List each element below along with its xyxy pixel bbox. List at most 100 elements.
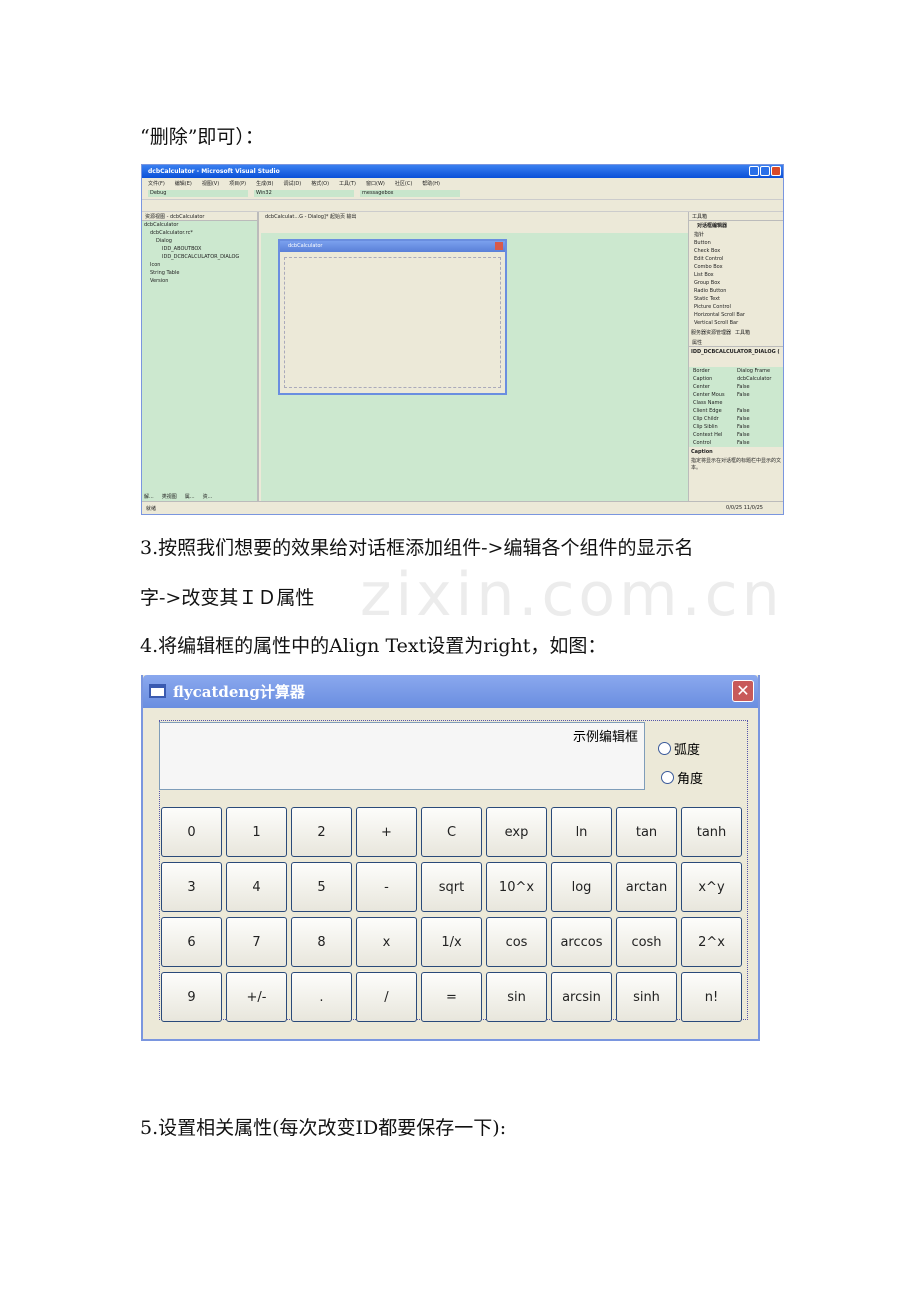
calc-button[interactable]: 5 [291,862,352,912]
calc-button[interactable]: ln [551,807,612,857]
config-select[interactable]: Debug [148,190,248,197]
property-row[interactable]: Border Dialog Frame [689,367,783,375]
property-row[interactable]: Clip Siblin False [689,423,783,431]
calc-button[interactable]: 1 [226,807,287,857]
calc-button[interactable]: 2 [291,807,352,857]
calc-button[interactable]: cos [486,917,547,967]
calc-button[interactable]: C [421,807,482,857]
menu-item[interactable]: 帮助(H) [422,180,440,187]
calc-button[interactable]: exp [486,807,547,857]
calc-button[interactable]: 3 [161,862,222,912]
property-name: Clip Childr [693,416,719,422]
calc-button[interactable]: 1/x [421,917,482,967]
toolbox-item[interactable]: 指针 [689,230,783,239]
property-row[interactable]: Context Hel False [689,431,783,439]
property-row[interactable]: Clip Childr False [689,415,783,423]
tree-item[interactable]: Dialog [142,237,257,245]
calc-button[interactable]: sqrt [421,862,482,912]
tree-item[interactable]: Version [142,277,257,285]
calc-button[interactable]: + [356,807,417,857]
property-row[interactable]: Control False [689,439,783,447]
target-select[interactable]: messagebox [360,190,460,197]
calc-button[interactable]: tanh [681,807,742,857]
property-row[interactable]: Class Name [689,399,783,407]
close-icon[interactable] [771,166,781,176]
toolbox-item[interactable]: Combo Box [689,263,783,271]
calc-button[interactable]: arctan [616,862,677,912]
menu-item[interactable]: 社区(C) [395,180,412,187]
calc-button[interactable]: x^y [681,862,742,912]
calc-button[interactable]: 0 [161,807,222,857]
calc-button[interactable]: x [356,917,417,967]
calc-button[interactable]: sinh [616,972,677,1022]
calc-button[interactable]: 2^x [681,917,742,967]
menu-item[interactable]: 工具(T) [339,180,356,187]
tree-item[interactable]: String Table [142,269,257,277]
menu-item[interactable]: 生成(B) [256,180,273,187]
menu-item[interactable]: 项目(P) [229,180,246,187]
calc-button[interactable]: tan [616,807,677,857]
radio-radian[interactable]: 弧度 [658,739,700,758]
tree-item[interactable]: dcbCalculator [142,221,257,229]
calc-button[interactable]: cosh [616,917,677,967]
tree-item[interactable]: dcbCalculator.rc* [142,229,257,237]
panel-tab[interactable]: 服务器资源管理器 [691,329,731,336]
calc-button[interactable]: arcsin [551,972,612,1022]
toolbox-item[interactable]: Vertical Scroll Bar [689,319,783,327]
panel-tab[interactable]: 类视图 [162,493,177,500]
calc-button[interactable]: = [421,972,482,1022]
toolbox-item[interactable]: List Box [689,271,783,279]
tree-item[interactable]: IDD_ABOUTBOX [142,245,257,253]
toolbox-item[interactable]: Horizontal Scroll Bar [689,311,783,319]
toolbox-group[interactable]: 对话框编辑器 [689,221,783,230]
toolbox-item[interactable]: Radio Button [689,287,783,295]
menu-item[interactable]: 文件(F) [148,180,165,187]
calc-button[interactable]: 8 [291,917,352,967]
menu-item[interactable]: 调试(D) [283,180,301,187]
calc-button[interactable]: 9 [161,972,222,1022]
property-name: Center [693,384,710,390]
tree-item[interactable]: Icon [142,261,257,269]
menu-item[interactable]: 编辑(E) [175,180,192,187]
calc-button[interactable]: 6 [161,917,222,967]
panel-tab[interactable]: 解... [144,493,154,500]
property-row[interactable]: Center False [689,383,783,391]
panel-tab[interactable]: 资... [203,493,213,500]
minimize-icon[interactable] [749,166,759,176]
tree-item[interactable]: IDD_DCBCALCULATOR_DIALOG [142,253,257,261]
calc-button[interactable]: 7 [226,917,287,967]
menu-item[interactable]: 格式(O) [311,180,329,187]
toolbox-item[interactable]: Edit Control [689,255,783,263]
calc-button[interactable]: . [291,972,352,1022]
calc-button[interactable]: log [551,862,612,912]
calc-button[interactable]: 10^x [486,862,547,912]
calc-button[interactable]: / [356,972,417,1022]
dialog-title: dcbCalculator [288,243,323,249]
props-object-select[interactable]: IDD_DCBCALCULATOR_DIALOG ( [689,347,783,357]
toolbox-item[interactable]: Button [689,239,783,247]
property-row[interactable]: Client Edge False [689,407,783,415]
dialog-preview[interactable]: dcbCalculator [278,239,507,395]
toolbox-item[interactable]: Group Box [689,279,783,287]
property-row[interactable]: Center Mous False [689,391,783,399]
toolbox-item[interactable]: Static Text [689,295,783,303]
platform-select[interactable]: Win32 [254,190,354,197]
calc-button[interactable]: sin [486,972,547,1022]
panel-tab[interactable]: 属... [185,493,195,500]
radio-degree[interactable]: 角度 [661,768,703,787]
close-button[interactable]: ✕ [732,680,754,702]
property-row[interactable]: Caption dcbCalculator [689,375,783,383]
calc-button[interactable]: n! [681,972,742,1022]
calc-button[interactable]: arccos [551,917,612,967]
panel-tab[interactable]: 工具箱 [735,329,750,336]
toolbox-item[interactable]: Check Box [689,247,783,255]
display-edit[interactable]: 示例编辑框 [159,722,645,790]
maximize-icon[interactable] [760,166,770,176]
calc-button[interactable]: - [356,862,417,912]
document-tabs[interactable]: dcbCalculat...G - Dialog]* 起始页 输出 [261,212,688,221]
calc-button[interactable]: 4 [226,862,287,912]
calc-button[interactable]: +/- [226,972,287,1022]
toolbox-item[interactable]: Picture Control [689,303,783,311]
menu-item[interactable]: 窗口(W) [366,180,385,187]
menu-item[interactable]: 视图(V) [202,180,219,187]
